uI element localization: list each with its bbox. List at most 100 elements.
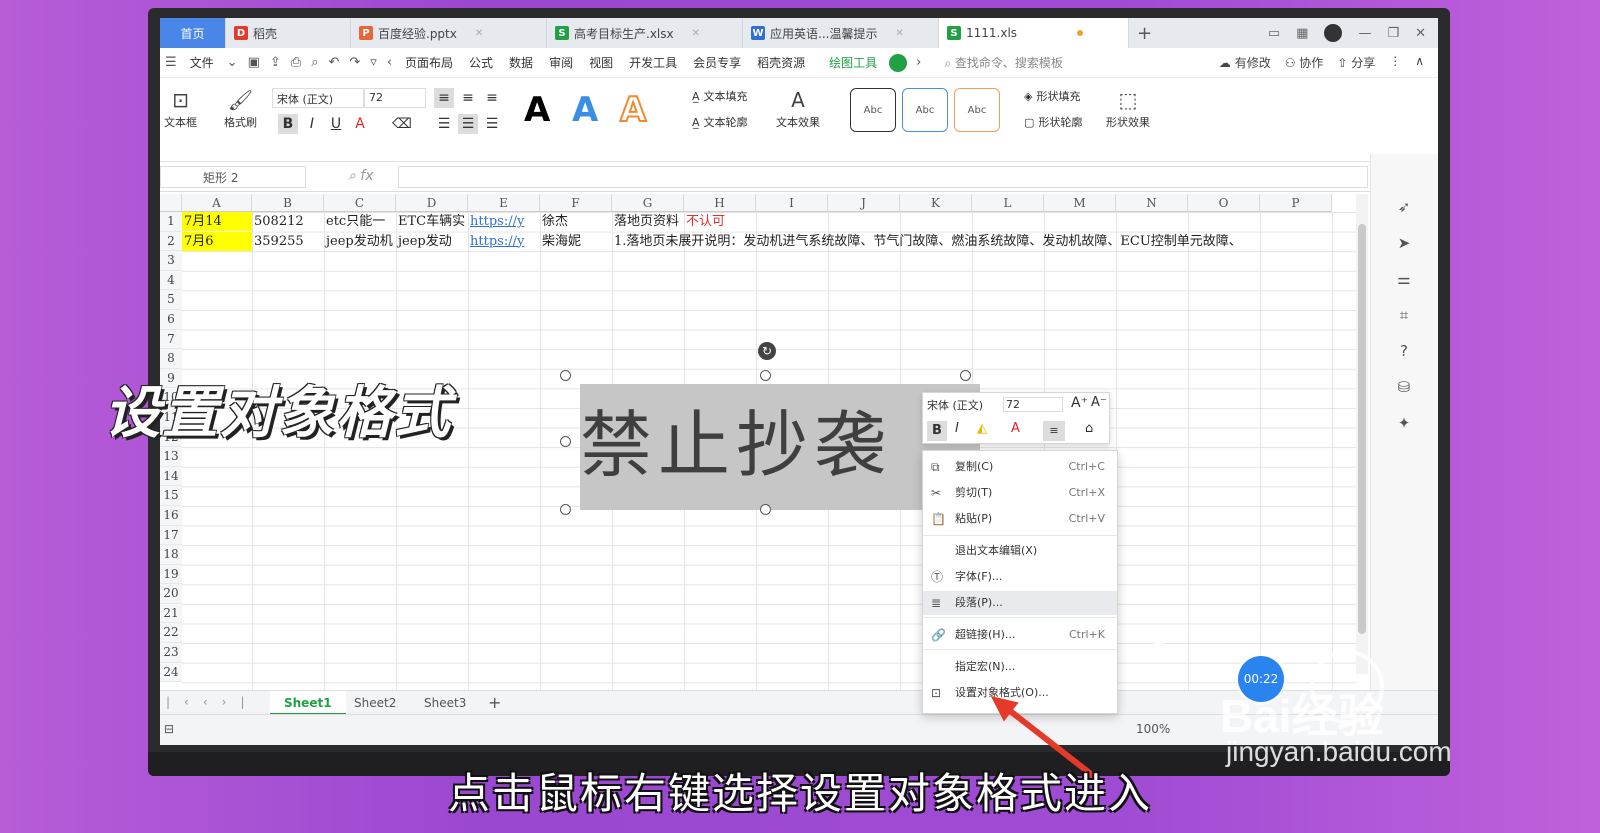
- column-header-D[interactable]: D: [396, 194, 468, 211]
- more-options-icon[interactable]: ⋮: [1389, 54, 1401, 71]
- mini-bold-button[interactable]: B: [927, 421, 947, 441]
- mini-font-select[interactable]: 宋体 (正文): [927, 397, 983, 413]
- table-cell[interactable]: https://y: [468, 212, 540, 231]
- close-icon[interactable]: ✕: [475, 28, 483, 39]
- column-header-B[interactable]: B: [252, 194, 324, 211]
- row-header-1[interactable]: 1: [160, 212, 182, 232]
- rotate-handle-icon[interactable]: ↻: [758, 342, 776, 360]
- name-box[interactable]: 矩形 2: [160, 166, 306, 188]
- sliders-icon[interactable]: ⚌: [1393, 270, 1415, 292]
- chevron-down-icon[interactable]: ⌄: [222, 55, 243, 70]
- context-menu-item[interactable]: ✂ 剪切(T) Ctrl+X: [923, 481, 1117, 505]
- column-header-O[interactable]: O: [1188, 194, 1260, 211]
- row-header-15[interactable]: 15: [160, 486, 182, 506]
- redo-icon[interactable]: ↷: [344, 55, 365, 70]
- context-menu-item[interactable]: ≣ 段落(P)...: [923, 591, 1117, 615]
- close-window-icon[interactable]: ✕: [1415, 26, 1426, 41]
- column-header-F[interactable]: F: [540, 194, 612, 211]
- table-cell[interactable]: 7月14: [182, 212, 252, 231]
- share-button[interactable]: ⇧ 分享: [1337, 54, 1375, 71]
- tab-doc-english[interactable]: W 应用英语...温馨提示 ✕: [743, 18, 939, 48]
- row-header-7[interactable]: 7: [160, 329, 182, 350]
- table-cell[interactable]: 359255: [252, 232, 324, 251]
- macro-icon[interactable]: ⊟: [164, 722, 174, 736]
- table-cell[interactable]: https://y: [468, 232, 540, 251]
- resize-handle[interactable]: [760, 370, 771, 381]
- column-header-A[interactable]: A: [182, 194, 252, 211]
- shape-effect-button[interactable]: ⬚ 形状效果: [1106, 88, 1150, 130]
- menu-page-layout[interactable]: 页面布局: [397, 54, 461, 71]
- menu-review[interactable]: 审阅: [541, 54, 581, 71]
- menu-drawing-tools[interactable]: 绘图工具: [821, 54, 885, 71]
- new-tab-button[interactable]: +: [1129, 18, 1160, 48]
- tab-ppt[interactable]: P 百度经验.pptx ✕: [351, 18, 547, 48]
- collaborate-button[interactable]: ⚇ 协作: [1285, 54, 1324, 71]
- close-icon[interactable]: ✕: [895, 28, 903, 39]
- grid-icon[interactable]: ▦: [1296, 26, 1308, 41]
- has-changes-button[interactable]: ☁ 有修改: [1219, 54, 1271, 71]
- export-icon[interactable]: ⇪: [265, 55, 286, 70]
- table-cell[interactable]: ETC车辆实: [396, 212, 468, 231]
- row-header-18[interactable]: 18: [160, 545, 182, 565]
- layout-icon[interactable]: ▭: [1268, 26, 1280, 41]
- menu-view[interactable]: 视图: [581, 54, 621, 71]
- scroll-thumb[interactable]: [1358, 224, 1366, 634]
- row-header-14[interactable]: 14: [160, 466, 182, 487]
- context-menu-item[interactable]: 🔗 超链接(H)... Ctrl+K: [923, 623, 1117, 647]
- settings-icon[interactable]: ✦: [1393, 414, 1415, 436]
- highlight-icon[interactable]: ◭: [977, 421, 987, 436]
- align-center-icon[interactable]: ☰: [458, 114, 478, 134]
- column-header-M[interactable]: M: [1044, 194, 1116, 211]
- text-outline-button[interactable]: A̲ 文本轮廓: [692, 114, 748, 130]
- font-grow-icon[interactable]: A⁺: [1071, 395, 1088, 411]
- column-header-E[interactable]: E: [468, 194, 540, 211]
- italic-button[interactable]: I: [302, 114, 322, 134]
- font-color-button[interactable]: A: [350, 114, 370, 134]
- sheet-tab-2[interactable]: Sheet2: [340, 691, 410, 715]
- table-cell[interactable]: 7月6: [182, 231, 252, 251]
- eraser-icon[interactable]: ⌫: [392, 114, 412, 134]
- avatar[interactable]: [1324, 24, 1343, 42]
- column-header-I[interactable]: I: [756, 194, 828, 211]
- sheet-tab-1[interactable]: Sheet1: [270, 691, 346, 715]
- undo-icon[interactable]: ↶: [323, 55, 344, 70]
- format-painter-button[interactable]: 🖌 格式刷: [224, 88, 257, 130]
- underline-button[interactable]: U: [326, 114, 346, 134]
- shape-text[interactable]: 禁止抄袭: [580, 386, 892, 504]
- row-header-24[interactable]: 24: [160, 662, 182, 683]
- save-icon[interactable]: ▣: [243, 55, 265, 70]
- menu-data[interactable]: 数据: [501, 54, 541, 71]
- text-effect-button[interactable]: A 文本效果: [776, 88, 820, 130]
- shape-style-orange[interactable]: Abc: [954, 88, 1000, 132]
- chevron-left-icon[interactable]: ‹: [382, 55, 397, 70]
- formula-input[interactable]: [398, 166, 1368, 188]
- column-header-L[interactable]: L: [972, 194, 1044, 211]
- chevron-right-icon[interactable]: ›: [911, 55, 926, 70]
- menu-file[interactable]: 文件: [182, 54, 222, 71]
- mini-align-icon[interactable]: ≡: [1043, 421, 1065, 441]
- row-header-23[interactable]: 23: [160, 643, 182, 663]
- resize-handle[interactable]: [760, 504, 771, 515]
- preview-icon[interactable]: ⌕: [306, 55, 323, 70]
- context-menu-item[interactable]: 指定宏(N)...: [923, 655, 1117, 679]
- restore-icon[interactable]: ❐: [1387, 26, 1399, 41]
- shape-fill-button[interactable]: ◈ 形状填充: [1024, 88, 1080, 104]
- column-header-G[interactable]: G: [612, 194, 684, 211]
- row-header-8[interactable]: 8: [160, 349, 182, 369]
- table-cell[interactable]: 徐杰: [540, 212, 612, 231]
- toggle-icon[interactable]: [889, 53, 908, 72]
- menu-member[interactable]: 会员专享: [685, 54, 749, 71]
- table-cell[interactable]: 不认可: [684, 212, 756, 231]
- text-style-blue[interactable]: A: [572, 90, 598, 130]
- font-name-select[interactable]: 宋体 (正文): [272, 88, 364, 108]
- mini-italic-button[interactable]: I: [955, 421, 959, 436]
- crop-icon[interactable]: ⌗: [1393, 306, 1415, 328]
- menu-formula[interactable]: 公式: [461, 54, 501, 71]
- sheet-tab-3[interactable]: Sheet3: [410, 691, 480, 715]
- row-header-4[interactable]: 4: [160, 270, 182, 291]
- shape-style-blue[interactable]: Abc: [902, 88, 948, 132]
- table-cell[interactable]: 柴海妮: [540, 232, 612, 251]
- tab-home[interactable]: 首页: [160, 18, 226, 48]
- sheet-nav-icons[interactable]: |‹‹›|: [166, 695, 258, 709]
- mini-size-select[interactable]: 72: [1003, 397, 1063, 412]
